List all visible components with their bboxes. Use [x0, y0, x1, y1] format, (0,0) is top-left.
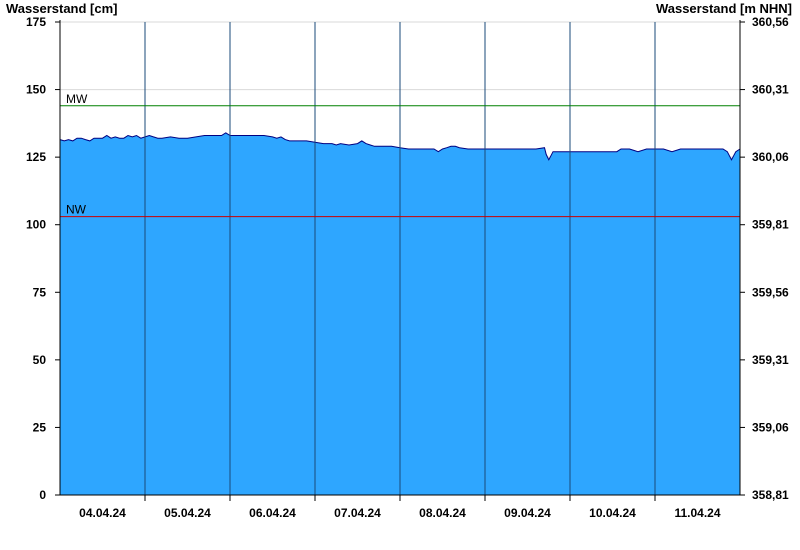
- y-tick-label-right: 359,56: [752, 285, 789, 299]
- x-tick-label: 10.04.24: [589, 506, 636, 520]
- y-tick-label-right: 359,31: [752, 353, 789, 367]
- reference-label-mw: MW: [66, 92, 88, 106]
- y-tick-label-left: 75: [33, 285, 47, 299]
- y-tick-label-left: 50: [33, 353, 47, 367]
- y-tick-label-right: 360,06: [752, 150, 789, 164]
- y-tick-label-left: 100: [26, 218, 46, 232]
- y-tick-label-right: 360,56: [752, 15, 789, 29]
- x-tick-label: 05.04.24: [164, 506, 211, 520]
- x-tick-label: 04.04.24: [79, 506, 126, 520]
- y-tick-label-right: 358,81: [752, 488, 789, 502]
- x-tick-label: 08.04.24: [419, 506, 466, 520]
- x-tick-label: 11.04.24: [674, 506, 720, 520]
- x-tick-label: 09.04.24: [504, 506, 551, 520]
- water-level-chart: MW NW 0 358,81 25 359,06 50 359,31 75 359,56 100 3…: [26, 15, 789, 520]
- y-tick-label-right: 360,31: [752, 83, 789, 97]
- x-tick-label: 06.04.24: [249, 506, 296, 520]
- y-tick-label-left: 0: [39, 488, 46, 502]
- x-tick-label: 07.04.24: [334, 506, 381, 520]
- reference-label-nw: NW: [66, 203, 87, 217]
- y-tick-label-right: 359,81: [752, 218, 789, 232]
- y-tick-label-left: 125: [26, 150, 46, 164]
- y-tick-label-left: 150: [26, 83, 46, 97]
- y-tick-label-left: 25: [33, 420, 47, 434]
- y-tick-label-left: 175: [26, 15, 46, 29]
- y-tick-label-right: 359,06: [752, 420, 789, 434]
